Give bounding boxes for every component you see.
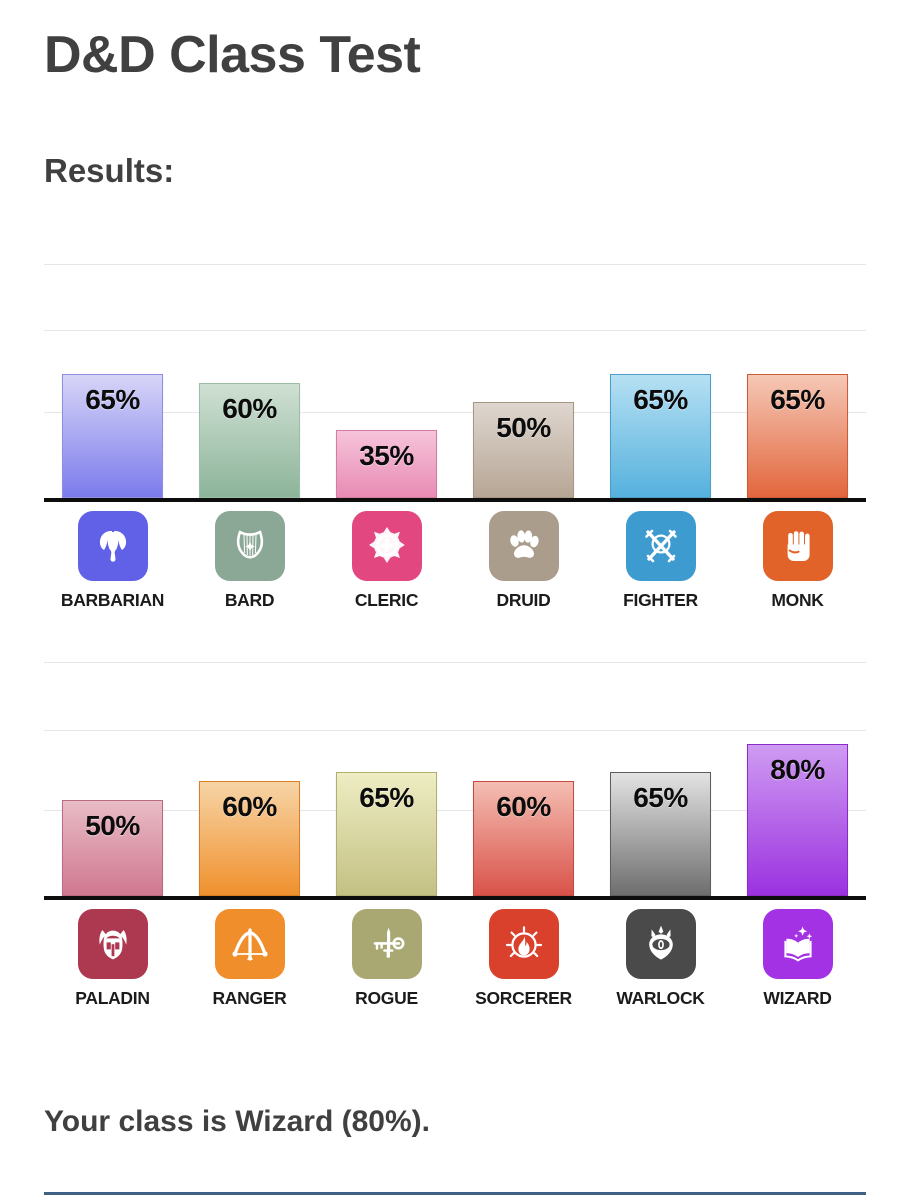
class-entry-barbarian: BARBARIAN <box>44 511 181 611</box>
paw-print-icon <box>488 511 559 581</box>
bar-druid: 50% <box>473 402 574 498</box>
bar-slot: 65% <box>318 662 455 896</box>
bar-value-label: 65% <box>633 782 688 814</box>
bar-slot: 80% <box>729 662 866 896</box>
class-entry-sorcerer: SORCERER <box>455 909 592 1009</box>
class-entry-rogue: ROGUE <box>318 909 455 1009</box>
bar-wizard: 80% <box>747 744 848 896</box>
bar-slot: 60% <box>181 662 318 896</box>
class-name-label: PALADIN <box>75 988 150 1008</box>
bar-slot: 50% <box>44 662 181 896</box>
bar-rogue: 65% <box>336 772 437 896</box>
flame-icon <box>488 909 559 979</box>
bar-monk: 65% <box>747 374 848 498</box>
bar-slot: 60% <box>181 264 318 498</box>
bar-slot: 65% <box>44 264 181 498</box>
bar-value-label: 50% <box>496 412 551 443</box>
bottom-divider <box>44 1192 866 1195</box>
bar-value-label: 60% <box>496 791 551 823</box>
bar-slot: 35% <box>318 264 455 498</box>
bar-value-label: 65% <box>770 384 825 416</box>
bar-ranger: 60% <box>199 781 300 896</box>
bar-value-label: 60% <box>222 791 277 823</box>
bar-value-label: 65% <box>633 384 688 416</box>
results-page: D&D Class Test Results: 65% 60% 35% 50% 65% 6… <box>0 0 911 1200</box>
bar-slot: 60% <box>455 662 592 896</box>
sunburst-cross-icon <box>351 511 422 581</box>
chart-1-class-legend: BARBARIAN BARD CLERIC DRUID FIGHTER MONK <box>44 511 866 611</box>
spellbook-icon <box>762 909 833 979</box>
class-name-label: BARBARIAN <box>60 590 165 610</box>
class-name-label: CLERIC <box>354 590 419 610</box>
bar-slot: 50% <box>455 264 592 498</box>
chart-2-bars: 50% 60% 65% 60% 65% 80% <box>44 662 866 896</box>
crossed-swords-icon <box>625 511 696 581</box>
chart-2-class-legend: PALADIN RANGER ROGUE SORCERER WARLOCK WIZARD <box>44 909 866 1009</box>
class-name-label: BARD <box>224 590 275 610</box>
bar-bard: 60% <box>199 383 300 498</box>
class-entry-paladin: PALADIN <box>44 909 181 1009</box>
page-title: D&D Class Test <box>44 26 421 84</box>
dagger-key-icon <box>351 909 422 979</box>
bar-value-label: 65% <box>359 782 414 814</box>
chart-2-axis-line <box>44 896 866 900</box>
bar-value-label: 60% <box>222 393 277 425</box>
chart-2-plot: 50% 60% 65% 60% 65% 80% <box>44 662 866 900</box>
bar-cleric: 35% <box>336 429 437 498</box>
chart-1-plot: 65% 60% 35% 50% 65% 65% <box>44 264 866 502</box>
bar-barbarian: 65% <box>62 374 163 498</box>
class-name-label: ROGUE <box>355 988 418 1008</box>
class-entry-warlock: WARLOCK <box>592 909 729 1009</box>
winged-helm-icon <box>77 909 148 979</box>
bar-paladin: 50% <box>62 800 163 896</box>
lyre-icon <box>214 511 285 581</box>
results-heading: Results: <box>44 152 175 189</box>
class-name-label: MONK <box>771 590 824 610</box>
class-name-label: WARLOCK <box>616 988 705 1008</box>
eye-icon <box>625 909 696 979</box>
class-entry-druid: DRUID <box>455 511 592 611</box>
class-name-label: WIZARD <box>763 988 832 1008</box>
bar-fighter: 65% <box>610 374 711 498</box>
class-name-label: RANGER <box>212 988 287 1008</box>
class-name-label: FIGHTER <box>623 590 698 610</box>
chart-1-axis-line <box>44 498 866 502</box>
class-entry-monk: MONK <box>729 511 866 611</box>
class-results-chart-2: 50% 60% 65% 60% 65% 80% PALADIN RANGER ROGUE SOR… <box>44 662 866 1009</box>
bar-value-label: 35% <box>359 439 414 471</box>
bar-slot: 65% <box>592 662 729 896</box>
result-sentence: Your class is Wizard (80%). <box>44 1105 430 1138</box>
class-entry-bard: BARD <box>181 511 318 611</box>
bar-warlock: 65% <box>610 772 711 896</box>
class-entry-fighter: FIGHTER <box>592 511 729 611</box>
bow-and-arrow-icon <box>214 909 285 979</box>
bar-slot: 65% <box>729 264 866 498</box>
class-entry-cleric: CLERIC <box>318 511 455 611</box>
class-entry-ranger: RANGER <box>181 909 318 1009</box>
class-entry-wizard: WIZARD <box>729 909 866 1009</box>
battle-axe-icon <box>77 511 148 581</box>
class-name-label: SORCERER <box>475 988 572 1008</box>
bar-value-label: 50% <box>85 810 140 841</box>
bar-sorcerer: 60% <box>473 781 574 896</box>
bar-slot: 65% <box>592 264 729 498</box>
fist-icon <box>762 511 833 581</box>
class-results-chart-1: 65% 60% 35% 50% 65% 65% BARBARIAN BARD CLERIC DR… <box>44 264 866 611</box>
chart-1-bars: 65% 60% 35% 50% 65% 65% <box>44 264 866 498</box>
bar-value-label: 80% <box>770 754 825 786</box>
class-name-label: DRUID <box>496 590 551 610</box>
bar-value-label: 65% <box>85 384 140 416</box>
